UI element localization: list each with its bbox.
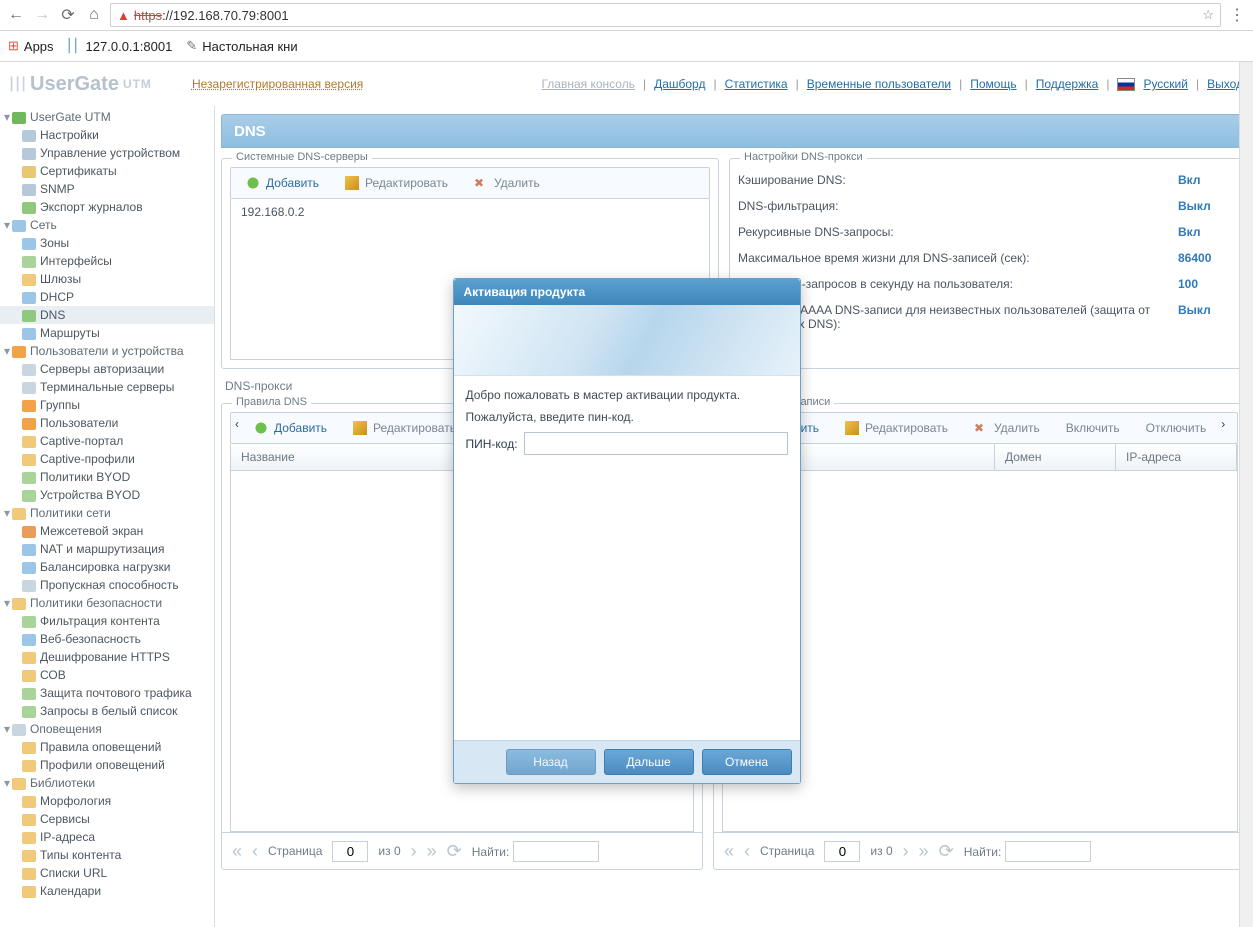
- bookmark-manual[interactable]: ✎Настольная кни: [186, 38, 297, 54]
- next-button[interactable]: Дальше: [604, 749, 694, 775]
- url-rest: ://192.168.70.79:8001: [162, 8, 289, 23]
- bookmark-star-icon[interactable]: ☆: [1202, 7, 1214, 23]
- browser-toolbar: ← → ⟳ ⌂ ▲ https ://192.168.70.79:8001 ☆ …: [0, 0, 1253, 31]
- home-icon[interactable]: ⌂: [84, 5, 104, 25]
- bookmark-apps[interactable]: ⊞Apps: [8, 38, 54, 54]
- pin-input[interactable]: [524, 432, 788, 455]
- forward-icon[interactable]: →: [32, 5, 52, 25]
- modal-banner: [454, 305, 800, 376]
- insecure-icon: ▲: [117, 8, 130, 23]
- address-bar[interactable]: ▲ https ://192.168.70.79:8001 ☆: [110, 3, 1221, 27]
- scrollbar[interactable]: [1239, 62, 1253, 927]
- modal-text-1: Добро пожаловать в мастер активации прод…: [466, 388, 788, 402]
- modal-text-2: Пожалуйста, введите пин-код.: [466, 410, 788, 424]
- apps-icon: ⊞: [8, 38, 19, 54]
- browser-menu-icon[interactable]: ⋮: [1227, 5, 1247, 25]
- back-button[interactable]: Назад: [506, 749, 596, 775]
- cancel-button[interactable]: Отмена: [702, 749, 792, 775]
- book-icon: ✎: [186, 38, 197, 54]
- url-scheme: https: [134, 8, 162, 23]
- pin-label: ПИН-код:: [466, 437, 518, 451]
- back-icon[interactable]: ←: [6, 5, 26, 25]
- bookmark-localhost[interactable]: ⎢⎢127.0.0.1:8001: [68, 38, 173, 54]
- site-icon: ⎢⎢: [68, 38, 81, 54]
- modal-body: Добро пожаловать в мастер активации прод…: [454, 376, 800, 740]
- modal-footer: Назад Дальше Отмена: [454, 740, 800, 783]
- modal-title: Активация продукта: [454, 279, 800, 305]
- bookmarks-bar: ⊞Apps ⎢⎢127.0.0.1:8001 ✎Настольная кни: [0, 31, 1253, 62]
- activation-modal: Активация продукта Добро пожаловать в ма…: [453, 278, 801, 784]
- reload-icon[interactable]: ⟳: [58, 5, 78, 25]
